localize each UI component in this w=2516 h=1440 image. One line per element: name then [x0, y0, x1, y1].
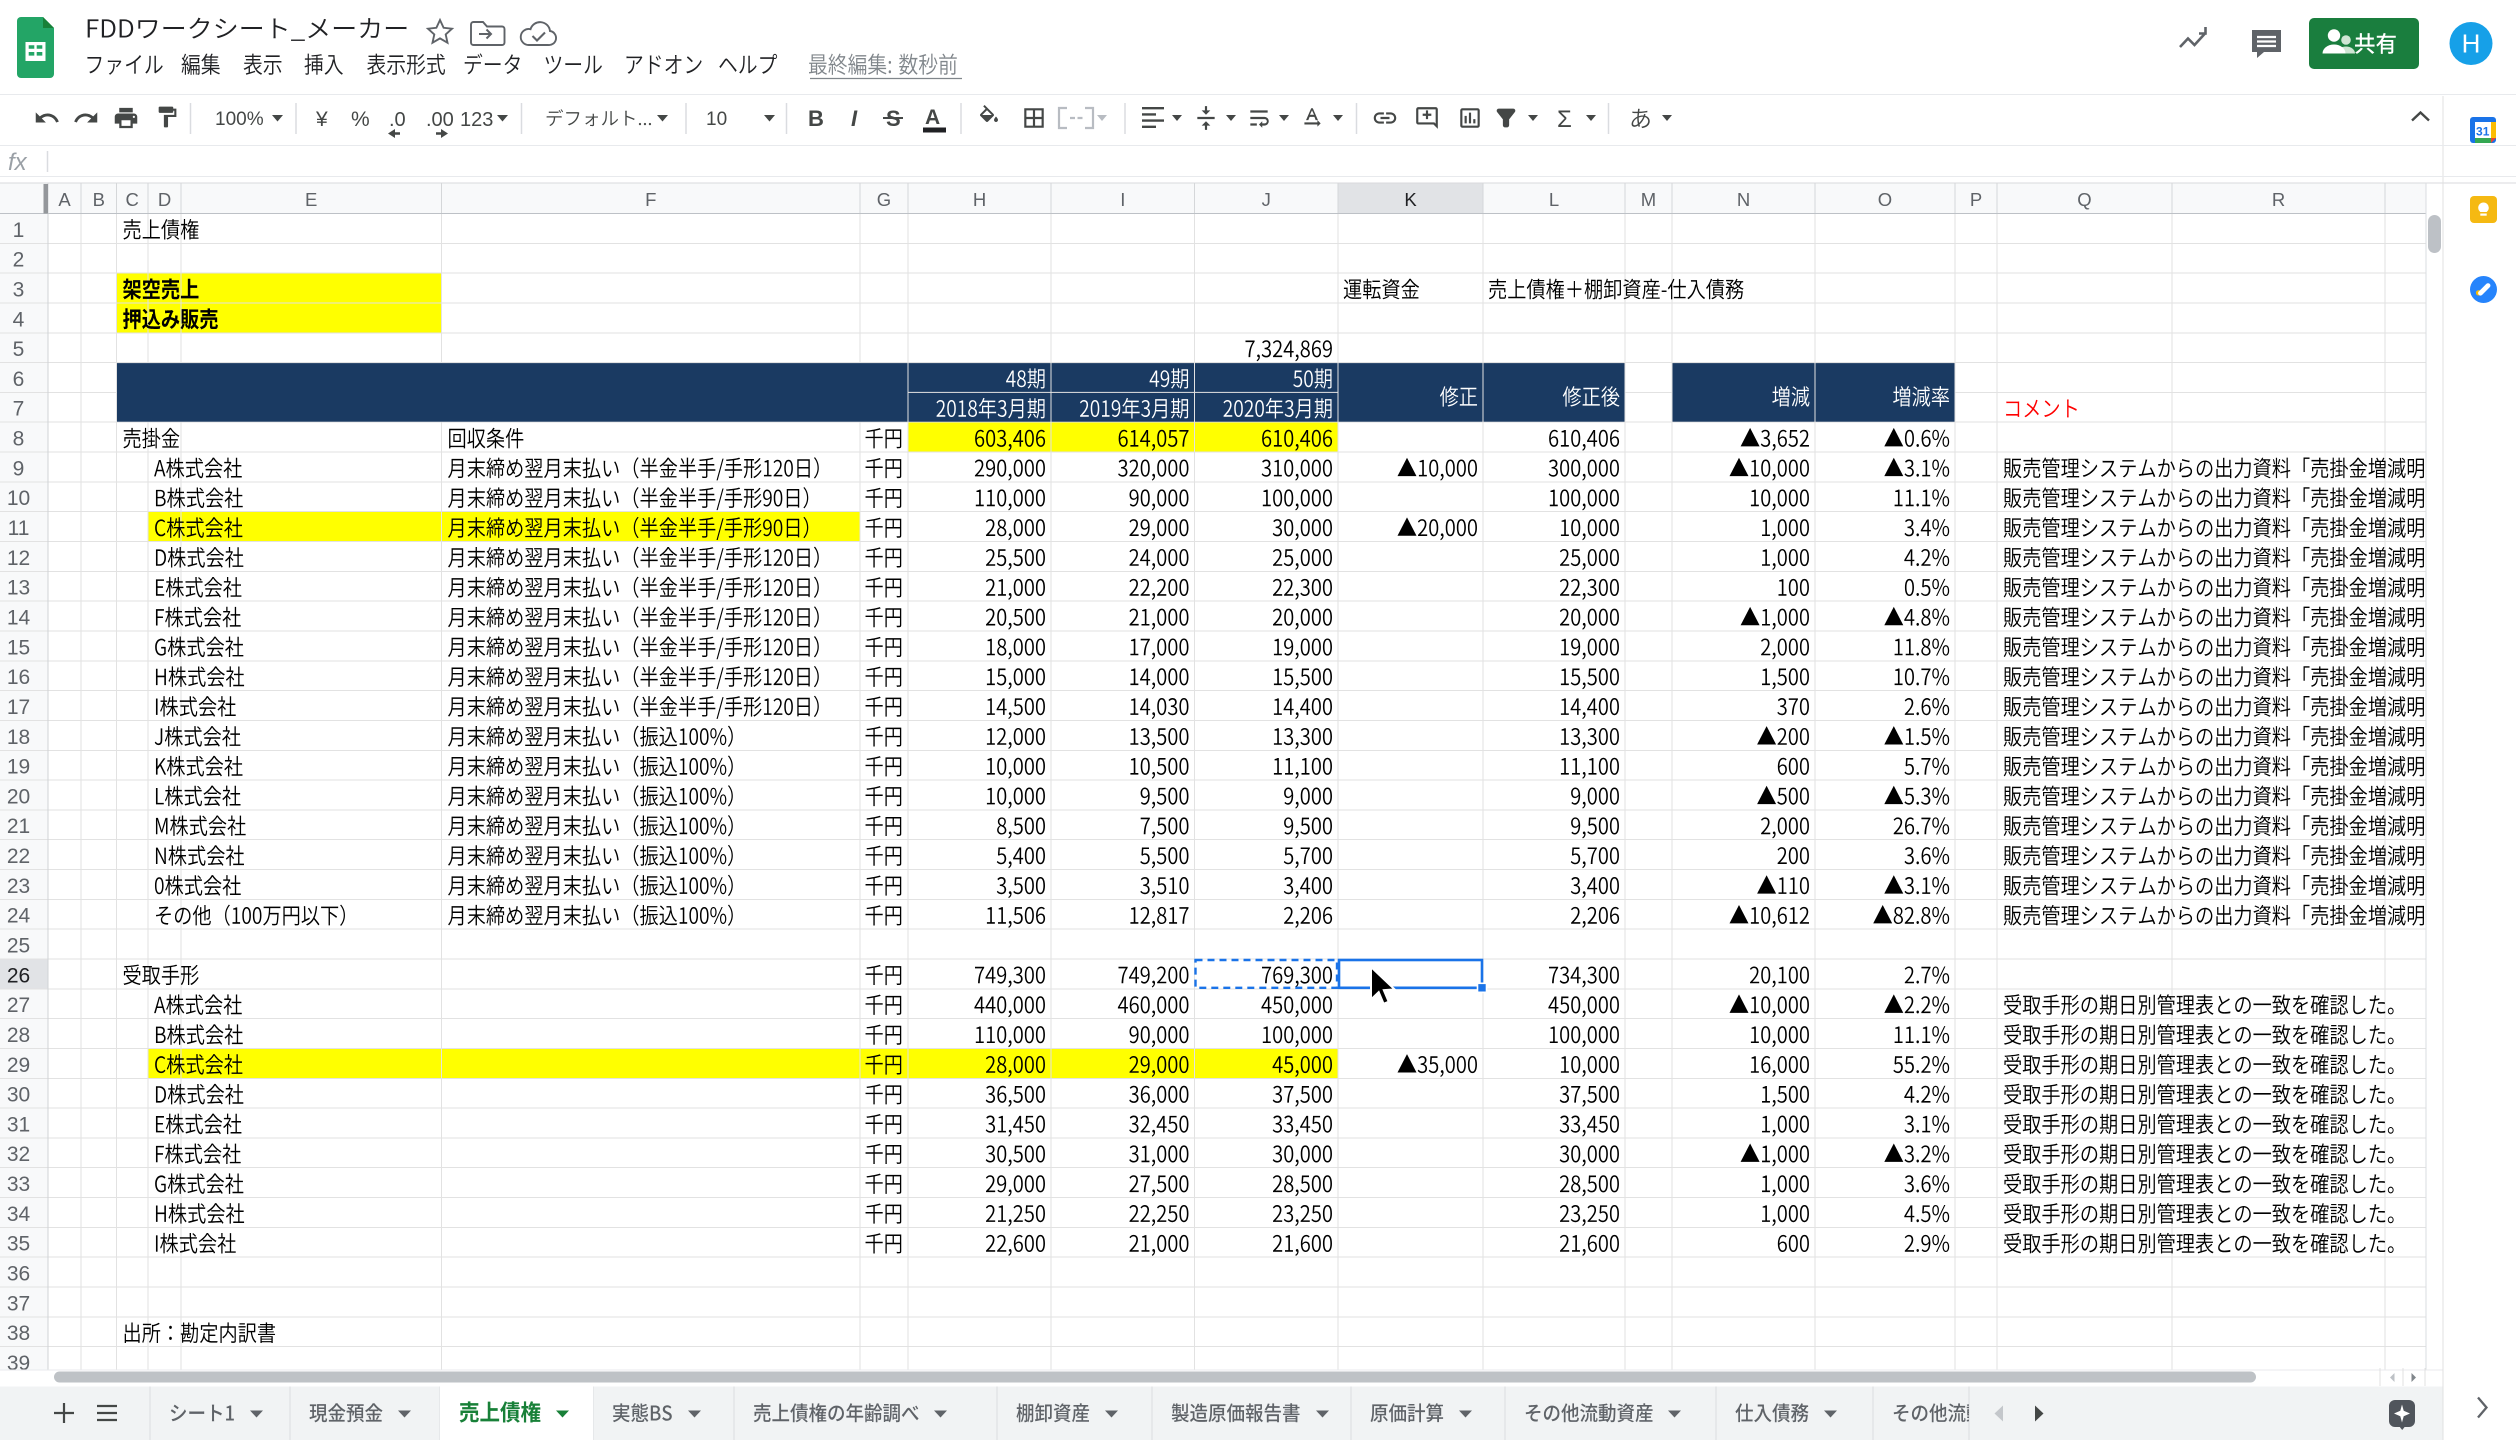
svg-text:Q: Q	[2077, 189, 2091, 210]
svg-text:17: 17	[7, 696, 30, 719]
svg-text:38: 38	[7, 1322, 30, 1345]
svg-text:9: 9	[13, 457, 25, 480]
svg-text:20: 20	[7, 785, 30, 808]
svg-text:N: N	[1737, 189, 1750, 210]
svg-text:Σ: Σ	[1557, 106, 1572, 133]
svg-text:14: 14	[7, 607, 31, 630]
svg-text:100%: 100%	[215, 109, 264, 130]
svg-text:P: P	[1970, 189, 1982, 210]
svg-text:7: 7	[13, 398, 25, 421]
svg-text:31: 31	[7, 1113, 30, 1136]
svg-text:15: 15	[7, 636, 30, 659]
svg-text:22: 22	[7, 845, 30, 868]
svg-text:39: 39	[7, 1352, 30, 1375]
svg-text:4: 4	[13, 308, 25, 331]
svg-text:18: 18	[7, 726, 30, 749]
svg-text:.00: .00	[426, 109, 454, 131]
svg-text:.0: .0	[389, 109, 406, 131]
svg-text:123: 123	[460, 109, 493, 131]
svg-text:30: 30	[7, 1084, 30, 1107]
svg-text:L: L	[1549, 189, 1559, 210]
svg-text:O: O	[1878, 189, 1892, 210]
svg-text:35: 35	[7, 1233, 30, 1256]
svg-text:13: 13	[7, 577, 30, 600]
svg-text:34: 34	[7, 1203, 31, 1226]
svg-text:I: I	[1120, 189, 1125, 210]
svg-text:32: 32	[7, 1143, 30, 1166]
svg-text:31: 31	[2476, 124, 2490, 138]
svg-text:29: 29	[7, 1054, 30, 1077]
svg-text:B: B	[808, 106, 824, 131]
svg-text:16: 16	[7, 666, 30, 689]
svg-text:37: 37	[7, 1292, 30, 1315]
svg-text:27: 27	[7, 994, 30, 1017]
svg-text:8: 8	[13, 428, 25, 451]
svg-text:I: I	[851, 106, 858, 131]
svg-text:5: 5	[13, 338, 25, 361]
svg-text:A: A	[58, 189, 71, 210]
svg-text:G: G	[877, 189, 891, 210]
svg-text:28: 28	[7, 1024, 30, 1047]
svg-text:21: 21	[7, 815, 30, 838]
svg-text:J: J	[1262, 189, 1271, 210]
svg-text:B: B	[93, 189, 105, 210]
svg-text:26: 26	[7, 964, 30, 987]
svg-text:%: %	[351, 108, 370, 131]
svg-text:6: 6	[13, 368, 25, 391]
svg-text:C: C	[126, 189, 139, 210]
svg-text:R: R	[2272, 189, 2285, 210]
svg-text:24: 24	[7, 905, 31, 928]
svg-text:K: K	[1404, 189, 1417, 210]
svg-text:M: M	[1641, 189, 1656, 210]
svg-text:3: 3	[13, 279, 25, 302]
svg-text:10: 10	[706, 109, 727, 130]
svg-text:D: D	[158, 189, 171, 210]
svg-text:19: 19	[7, 756, 30, 779]
svg-text:2: 2	[13, 249, 25, 272]
svg-text:fx: fx	[8, 149, 28, 176]
svg-text:¥: ¥	[315, 108, 328, 131]
svg-text:10: 10	[7, 487, 30, 510]
svg-text:23: 23	[7, 875, 30, 898]
svg-text:H: H	[973, 189, 986, 210]
svg-text:E: E	[305, 189, 317, 210]
svg-text:1: 1	[13, 219, 25, 242]
svg-text:H: H	[2462, 29, 2481, 59]
svg-text:36: 36	[7, 1263, 30, 1286]
svg-text:25: 25	[7, 935, 30, 958]
svg-text:11: 11	[8, 517, 30, 540]
svg-text:A: A	[925, 106, 940, 129]
svg-text:33: 33	[7, 1173, 30, 1196]
svg-text:12: 12	[7, 547, 30, 570]
svg-text:F: F	[645, 189, 656, 210]
